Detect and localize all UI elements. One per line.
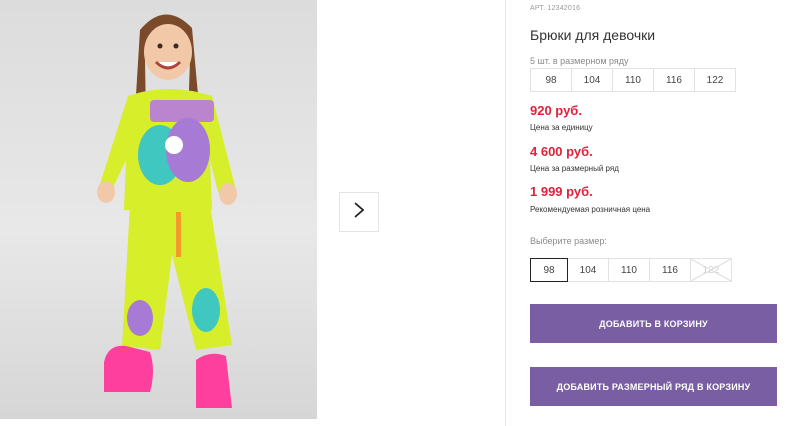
- gallery-next-button[interactable]: [339, 192, 379, 232]
- row-price-caption: Цена за размерный ряд: [530, 164, 619, 173]
- size-option-122: 122: [690, 258, 732, 282]
- size-option-116[interactable]: 116: [649, 258, 691, 282]
- product-photo: [0, 0, 317, 419]
- unavailable-cross-icon: [691, 259, 731, 281]
- size-row-list: 98 104 110 116 122: [530, 68, 736, 92]
- row-price: 4 600 руб.: [530, 144, 593, 159]
- article-number: АРТ. 12342016: [530, 5, 581, 12]
- unit-price: 920 руб.: [530, 103, 582, 118]
- chevron-right-icon: [353, 201, 365, 224]
- size-row-label: 5 шт. в размерном ряду: [530, 56, 629, 66]
- product-title: Брюки для девочки: [530, 27, 656, 43]
- unit-price-caption: Цена за единицу: [530, 123, 593, 132]
- size-row-item: 122: [694, 68, 736, 92]
- size-row-item: 98: [530, 68, 572, 92]
- size-row-item: 110: [612, 68, 654, 92]
- size-option-104[interactable]: 104: [567, 258, 609, 282]
- size-selector: 98 104 110 116 122: [530, 258, 732, 282]
- size-option-98[interactable]: 98: [530, 258, 568, 282]
- divider: [505, 0, 506, 426]
- retail-price-caption: Рекомендуемая розничная цена: [530, 205, 651, 214]
- product-gallery: [0, 0, 505, 426]
- add-size-row-to-cart-button[interactable]: ДОБАВИТЬ РАЗМЕРНЫЙ РЯД В КОРЗИНУ: [530, 367, 777, 406]
- size-option-110[interactable]: 110: [608, 258, 650, 282]
- add-to-cart-button[interactable]: ДОБАВИТЬ В КОРЗИНУ: [530, 304, 777, 343]
- choose-size-label: Выберите размер:: [530, 236, 607, 246]
- retail-price: 1 999 руб.: [530, 184, 593, 199]
- size-row-item: 116: [653, 68, 695, 92]
- size-row-item: 104: [571, 68, 613, 92]
